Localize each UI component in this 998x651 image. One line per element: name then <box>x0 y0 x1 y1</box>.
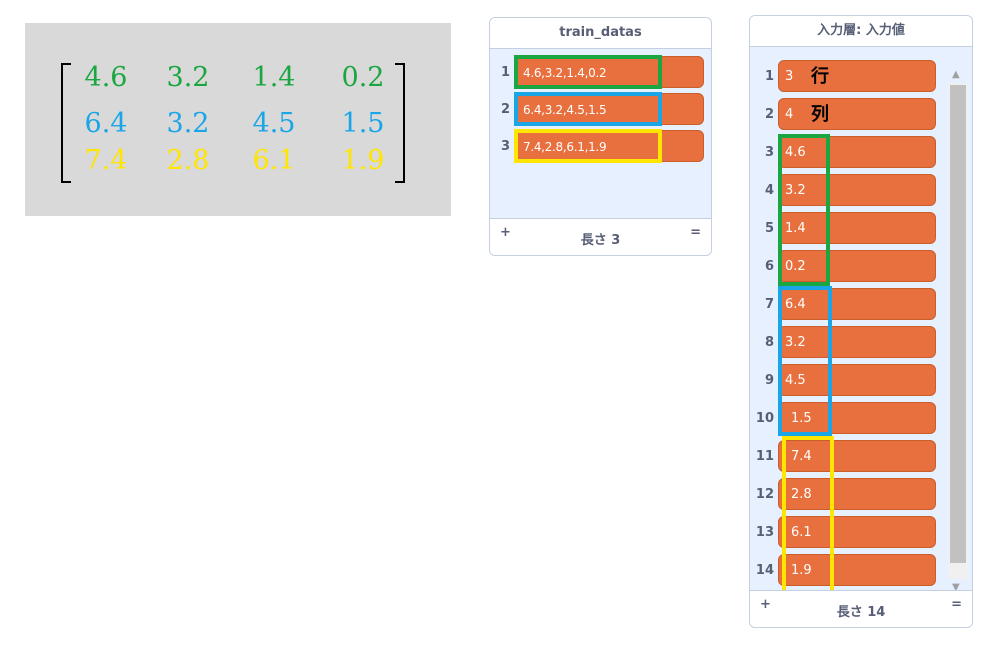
matrix-cell: 7.4 <box>84 145 128 176</box>
list-item-index: 3 <box>500 139 510 154</box>
list-item-index: 4 <box>764 183 774 198</box>
list-item-cell[interactable]: 2.8 <box>778 478 936 510</box>
matrix-cell: 1.4 <box>252 62 296 93</box>
input-layer-list-monitor[interactable]: 入力層: 入力値 1 3 行 2 4 列 3 4.6 4 3.2 5 1.4 6… <box>749 15 973 628</box>
list-item-index: 10 <box>755 411 774 426</box>
list-item-index: 11 <box>755 449 774 464</box>
row-count-annotation: 行 <box>811 66 829 87</box>
list-item-value: 3 <box>785 69 794 84</box>
list-item-index: 1 <box>764 69 774 84</box>
list-item-index: 1 <box>500 65 510 80</box>
list-length-label: 長さ 14 <box>836 605 886 620</box>
matrix-cell: 6.4 <box>84 108 128 139</box>
list-item-cell[interactable]: 6.1 <box>778 516 936 548</box>
list-item-index: 13 <box>755 525 774 540</box>
list-item-cell[interactable]: 3.2 <box>778 326 936 358</box>
list-length-label: 長さ 3 <box>580 233 621 248</box>
list-item-index: 3 <box>764 145 774 160</box>
list-item-index: 9 <box>764 373 774 388</box>
matrix-cell: 0.2 <box>341 62 385 93</box>
left-bracket <box>61 63 71 183</box>
list-item-cell[interactable]: 1.5 <box>778 402 936 434</box>
column-count-annotation: 列 <box>811 104 829 125</box>
list-footer: + 長さ 3 = <box>490 218 711 255</box>
resize-handle[interactable]: = <box>690 225 701 240</box>
list-footer: + 長さ 14 = <box>750 590 972 627</box>
list-item-cell[interactable]: 4.6 <box>778 136 936 168</box>
list-item-cell[interactable]: 0.2 <box>778 250 936 282</box>
list-title: 入力層: 入力値 <box>750 16 972 47</box>
train-datas-list-monitor[interactable]: train_datas 1 4.6,3.2,1.4,0.2 2 6.4,3.2,… <box>489 17 712 256</box>
list-item-cell[interactable]: 4.6,3.2,1.4,0.2 <box>516 56 704 88</box>
matrix-cell: 6.1 <box>252 145 296 176</box>
matrix-cell: 1.9 <box>341 145 385 176</box>
resize-handle[interactable]: = <box>951 597 962 612</box>
list-item-index: 7 <box>764 297 774 312</box>
matrix-cell: 3.2 <box>166 62 210 93</box>
matrix-cell: 4.6 <box>84 62 128 93</box>
list-item-cell[interactable]: 7.4,2.8,6.1,1.9 <box>516 130 704 162</box>
list-item-cell[interactable]: 4.5 <box>778 364 936 396</box>
matrix-cell: 2.8 <box>166 145 210 176</box>
list-item-index: 6 <box>764 259 774 274</box>
list-title: train_datas <box>490 18 711 49</box>
list-item-cell[interactable]: 6.4,3.2,4.5,1.5 <box>516 93 704 125</box>
list-item-cell[interactable]: 3 行 <box>778 60 936 92</box>
list-item-cell[interactable]: 1.9 <box>778 554 936 586</box>
list-item-index: 12 <box>755 487 774 502</box>
matrix-cell: 1.5 <box>341 108 385 139</box>
list-item-cell[interactable]: 4 列 <box>778 98 936 130</box>
list-item-index: 8 <box>764 335 774 350</box>
scroll-up-arrow-icon[interactable]: ▲ <box>952 69 960 80</box>
list-item-index: 14 <box>755 563 774 578</box>
scroll-thumb[interactable] <box>950 85 966 563</box>
list-item-index: 5 <box>764 221 774 236</box>
list-item-cell[interactable]: 3.2 <box>778 174 936 206</box>
scrollbar[interactable]: ▲ ▼ <box>948 69 968 593</box>
list-item-value: 4 <box>785 107 794 122</box>
list-item-index: 2 <box>500 102 510 117</box>
list-item-cell[interactable]: 6.4 <box>778 288 936 320</box>
list-item-index: 2 <box>764 107 774 122</box>
list-item-cell[interactable]: 7.4 <box>778 440 936 472</box>
matrix-cell: 4.5 <box>252 108 296 139</box>
matrix-cell: 3.2 <box>166 108 210 139</box>
list-item-cell[interactable]: 1.4 <box>778 212 936 244</box>
matrix-panel: 4.6 3.2 1.4 0.2 6.4 3.2 4.5 1.5 7.4 2.8 … <box>25 23 451 216</box>
